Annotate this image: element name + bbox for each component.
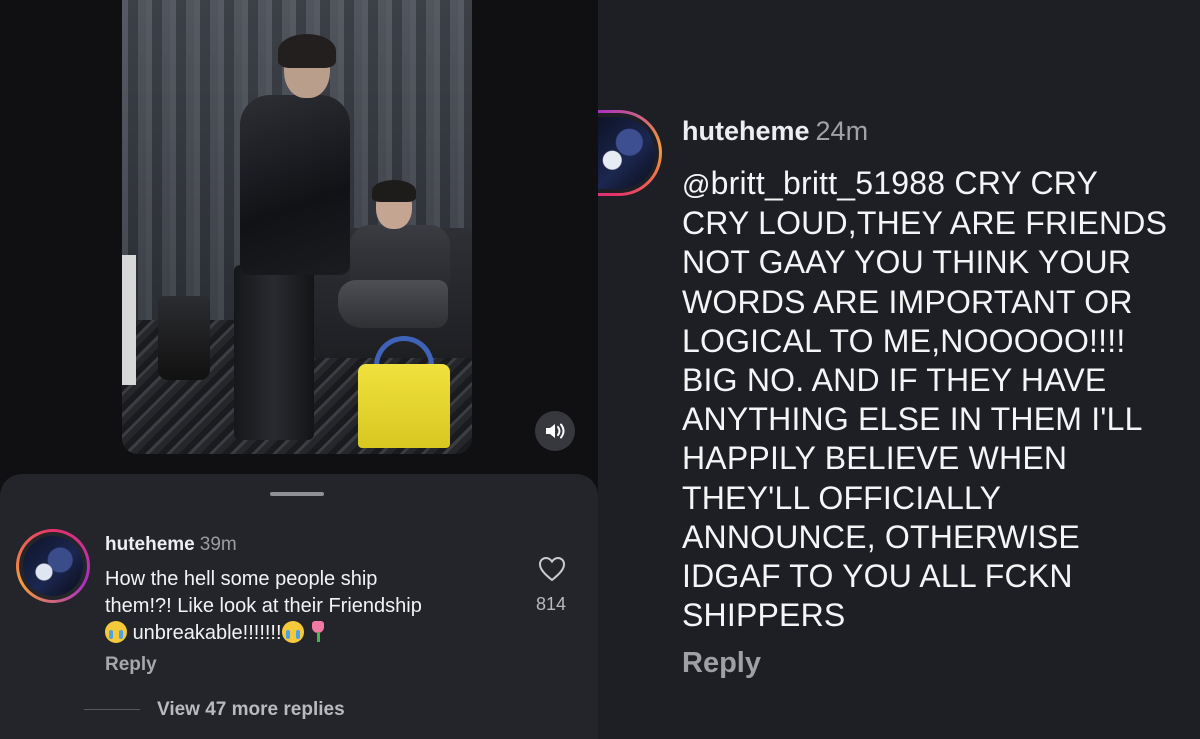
speaker-icon	[546, 423, 565, 439]
comment-username[interactable]: huteheme	[682, 116, 810, 146]
comment-text-line: NOT GAAY YOU THINK YOUR	[682, 244, 1132, 281]
comment-username[interactable]: huteheme	[105, 534, 195, 555]
comment-text-line: CRY LOUD,THEY ARE FRIENDS	[682, 205, 1168, 242]
comment-text-line: THEY'LL OFFICIALLY	[682, 479, 1002, 516]
comment-text-line: CRY CRY	[954, 165, 1099, 201]
trash-bin	[158, 296, 210, 380]
mention-link[interactable]: @britt_britt_51988	[682, 165, 945, 201]
like-count: 814	[535, 594, 567, 614]
screenshot-collage: huteheme 39m How the hell some people shi…	[0, 0, 1200, 739]
yellow-bag	[358, 364, 450, 448]
comment-text-line: SHIPPERS	[682, 597, 846, 634]
loudly-crying-face-icon	[105, 621, 127, 643]
standing-person-legs	[234, 265, 314, 440]
comment-text-line: them!?! Like look at their Friendship	[105, 595, 422, 617]
mention-username: britt_britt_51988	[710, 165, 946, 201]
view-more-replies-button[interactable]: View 47 more replies	[157, 699, 345, 721]
seated-person-hair	[372, 180, 416, 202]
mute-button[interactable]	[535, 411, 575, 451]
standing-person-hair	[278, 34, 336, 68]
left-panel: huteheme 39m How the hell some people shi…	[0, 0, 598, 739]
seated-person-legs	[338, 280, 448, 328]
comment-text-line: ANNOUNCE, OTHERWISE	[682, 518, 1080, 555]
comment-timestamp: 39m	[199, 534, 237, 555]
like-button[interactable]	[535, 556, 569, 587]
wall-edge	[122, 255, 136, 385]
reply-button[interactable]: Reply	[105, 654, 157, 676]
comment-text-line: LOGICAL TO ME,NOOOOO!!!!	[682, 322, 1126, 359]
right-panel: huteheme 24m @britt_britt_51988 CRY CRY C…	[598, 0, 1200, 739]
standing-person	[226, 34, 350, 440]
comment-text-line: BIG NO. AND IF THEY HAVE	[682, 362, 1107, 399]
comment-header: huteheme 39m	[105, 534, 237, 556]
comment-text-line: ANYTHING ELSE IN THEM I'LL	[682, 401, 1143, 438]
loudly-crying-face-icon	[281, 621, 304, 643]
comment-text-line: unbreakable!!!!!!!	[132, 622, 282, 644]
comment-timestamp: 24m	[815, 116, 869, 146]
post-media-image[interactable]	[122, 0, 472, 454]
comment-text-line: How the hell some people ship	[105, 568, 378, 590]
tulip-icon	[309, 621, 327, 643]
seated-person	[332, 180, 472, 335]
standing-person-jacket	[240, 95, 350, 275]
comment-header: huteheme 24m	[682, 116, 868, 147]
comment-text: How the hell some people ship them!?! Li…	[105, 566, 515, 647]
comment-text: @britt_britt_51988 CRY CRY CRY LOUD,THEY…	[682, 164, 1187, 635]
avatar	[23, 536, 83, 596]
heart-icon	[538, 556, 566, 582]
avatar-story-ring[interactable]	[598, 110, 662, 196]
avatar-story-ring[interactable]	[16, 529, 90, 603]
comments-sheet: huteheme 39m How the hell some people shi…	[0, 474, 598, 739]
reply-button[interactable]: Reply	[682, 647, 761, 680]
sheet-drag-handle[interactable]	[270, 492, 324, 496]
replies-divider	[84, 709, 140, 710]
avatar	[598, 117, 655, 189]
comment-text-line: WORDS ARE IMPORTANT OR	[682, 283, 1133, 320]
comment-text-line: HAPPILY BELIEVE WHEN	[682, 440, 1068, 477]
comment-text-line: IDGAF TO YOU ALL FCKN	[682, 558, 1073, 595]
at-sign-icon: @	[682, 169, 711, 200]
